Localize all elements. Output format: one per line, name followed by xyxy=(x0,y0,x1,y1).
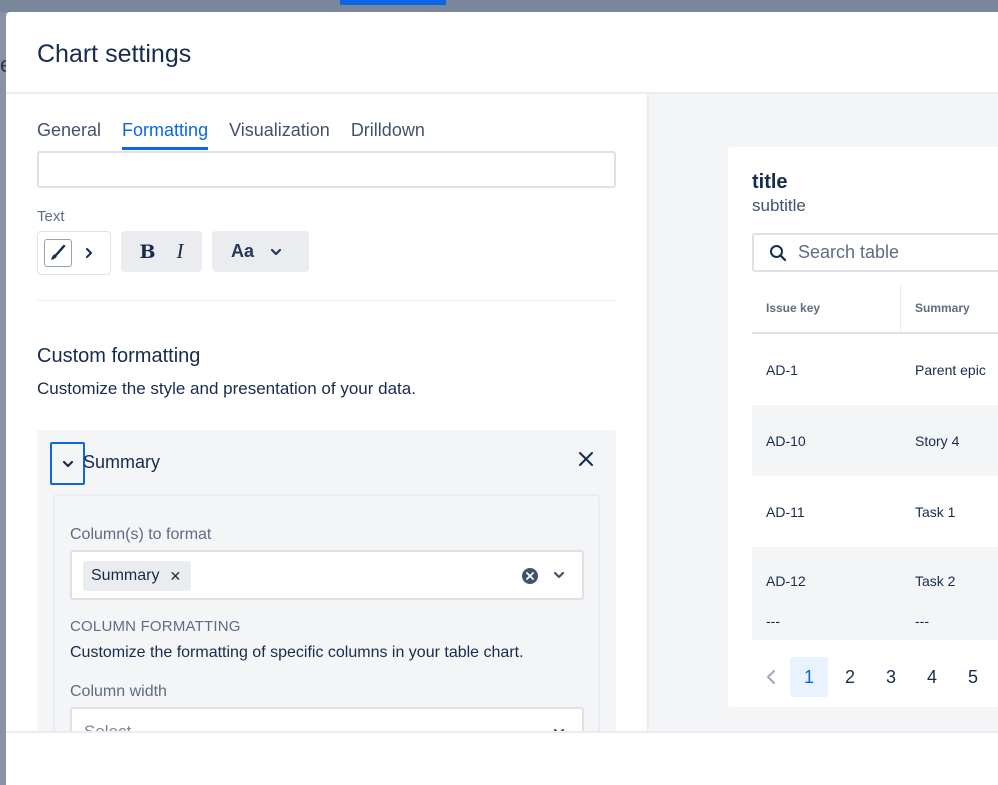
cell-summary: Task 1 xyxy=(915,503,956,520)
page-button-2[interactable]: 2 xyxy=(831,657,869,697)
cell-issue-key: AD-10 xyxy=(766,432,806,449)
tab-bar: General Formatting Visualization Drilldo… xyxy=(37,120,425,150)
remove-chip-icon[interactable]: ✕ xyxy=(169,568,181,585)
previous-page-button[interactable] xyxy=(752,657,790,697)
text-section-label: Text xyxy=(37,208,65,225)
section-divider xyxy=(37,300,616,301)
chart-settings-modal: Chart settings General Formatting Visual… xyxy=(6,12,998,785)
custom-formatting-title: Custom formatting xyxy=(37,345,201,367)
font-size-dropdown[interactable]: Aa xyxy=(212,231,309,272)
table-row: AD-11 Task 1 xyxy=(752,476,998,547)
text-color-button[interactable] xyxy=(37,231,111,275)
tab-formatting[interactable]: Formatting xyxy=(122,120,209,150)
column-width-placeholder: Select xyxy=(84,722,131,731)
cell-issue-key: --- xyxy=(766,613,780,629)
preview-panel: title subtitle Search table Issue key Su… xyxy=(647,94,998,731)
cell-issue-key: AD-1 xyxy=(766,361,798,378)
search-placeholder: Search table xyxy=(798,242,900,262)
font-size-label: Aa xyxy=(231,241,255,261)
column-header-issue-key[interactable]: Issue key xyxy=(752,284,901,332)
cell-issue-key: AD-11 xyxy=(766,503,805,520)
brush-icon xyxy=(44,239,72,267)
backdrop-active-indicator xyxy=(340,0,446,5)
backdrop-topbar xyxy=(0,0,998,12)
modal-header: Chart settings xyxy=(6,12,998,94)
bold-button[interactable]: B xyxy=(139,241,155,263)
column-width-select[interactable]: Select xyxy=(70,707,584,731)
columns-multiselect[interactable]: Summary ✕ xyxy=(70,550,584,600)
page-button-3[interactable]: 3 xyxy=(872,657,910,697)
formatting-rule-panel: Summary Column(s) to format Summary ✕ CO… xyxy=(37,430,616,731)
custom-formatting-description: Customize the style and presentation of … xyxy=(37,379,416,398)
close-icon[interactable] xyxy=(577,450,595,468)
chevron-right-icon xyxy=(86,248,92,258)
cell-summary: Story 4 xyxy=(915,432,960,449)
column-width-label: Column width xyxy=(70,683,167,700)
column-formatting-caption: COLUMN FORMATTING xyxy=(70,618,241,635)
chevron-left-icon xyxy=(766,669,776,685)
preview-title: title xyxy=(752,171,788,193)
tab-general[interactable]: General xyxy=(37,120,101,150)
collapse-rule-button[interactable] xyxy=(50,442,85,485)
search-input[interactable]: Search table xyxy=(752,233,998,272)
column-header-summary[interactable]: Summary xyxy=(901,284,970,332)
chevron-down-icon xyxy=(62,460,73,467)
table-preview-card: title subtitle Search table Issue key Su… xyxy=(728,147,998,707)
cell-summary: Parent epic xyxy=(915,361,986,378)
modal-title: Chart settings xyxy=(37,40,192,68)
modal-footer xyxy=(6,731,998,785)
cell-summary: Task 2 xyxy=(915,573,956,589)
search-icon xyxy=(770,244,787,261)
tab-drilldown[interactable]: Drilldown xyxy=(351,120,425,150)
settings-panel: General Formatting Visualization Drilldo… xyxy=(6,94,646,731)
cell-issue-key: AD-12 xyxy=(766,573,806,589)
page-button-4[interactable]: 4 xyxy=(913,657,951,697)
rule-body: Column(s) to format Summary ✕ COLUMN FOR… xyxy=(53,494,600,731)
text-style-group: B I xyxy=(121,231,202,272)
tab-visualization[interactable]: Visualization xyxy=(229,120,330,150)
preview-table: Issue key Summary AD-1 Parent epic AD-10… xyxy=(752,284,998,640)
table-row: AD-10 Story 4 xyxy=(752,405,998,476)
chevron-down-icon[interactable] xyxy=(552,569,566,581)
page-button-5[interactable]: 5 xyxy=(954,657,992,697)
pagination: 1 2 3 4 5 xyxy=(752,657,995,697)
page-button-1[interactable]: 1 xyxy=(790,657,828,697)
table-row: AD-1 Parent epic xyxy=(752,334,998,405)
italic-button[interactable]: I xyxy=(177,239,184,264)
clear-icon[interactable] xyxy=(521,567,539,585)
columns-label: Column(s) to format xyxy=(70,526,212,543)
column-chip: Summary ✕ xyxy=(83,561,192,591)
text-input[interactable] xyxy=(37,151,616,188)
cell-summary: --- xyxy=(915,613,929,629)
column-chip-label: Summary xyxy=(91,567,160,584)
column-formatting-description: Customize the formatting of specific col… xyxy=(70,644,524,661)
table-row: AD-12 Task 2 --- --- xyxy=(752,547,998,640)
rule-name: Summary xyxy=(83,452,161,472)
chevron-down-icon xyxy=(270,248,282,255)
preview-subtitle: subtitle xyxy=(752,196,806,215)
table-header: Issue key Summary xyxy=(752,284,998,334)
